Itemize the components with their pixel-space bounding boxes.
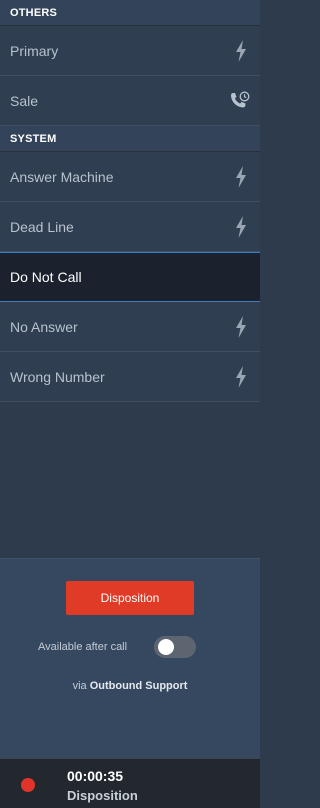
lightning-icon	[232, 365, 250, 389]
list-empty-area	[0, 403, 260, 558]
phone-clock-icon	[228, 89, 250, 113]
list-item-answer-machine[interactable]: Answer Machine	[0, 152, 260, 202]
list-item-no-answer[interactable]: No Answer	[0, 302, 260, 352]
list-item-label: No Answer	[10, 318, 78, 335]
lightning-icon	[232, 165, 250, 189]
available-after-call-toggle[interactable]	[154, 636, 196, 658]
list-item-wrong-number[interactable]: Wrong Number	[0, 352, 260, 402]
list-item-label: Primary	[10, 42, 59, 59]
section-header-others: OTHERS	[0, 0, 260, 26]
lightning-icon	[232, 215, 250, 239]
list-item-dead-line[interactable]: Dead Line	[0, 202, 260, 252]
call-status-label: Disposition	[67, 788, 138, 803]
list-item-sale[interactable]: Sale	[0, 76, 260, 126]
list-item-label: Dead Line	[10, 218, 74, 235]
lightning-icon	[232, 39, 250, 63]
disposition-button[interactable]: Disposition	[66, 581, 194, 615]
call-timer: 00:00:35	[67, 768, 124, 784]
recording-dot-icon	[21, 778, 35, 792]
via-campaign-name: Outbound Support	[89, 680, 188, 692]
toggle-knob	[158, 639, 174, 655]
via-line: via Outbound Support	[0, 680, 260, 692]
via-prefix: via	[72, 680, 90, 692]
list-item-label: Do Not Call	[10, 269, 82, 285]
list-item-do-not-call[interactable]: Do Not Call	[0, 252, 260, 302]
disposition-list: OTHERS Primary Sale SYSTEM Answer Machin…	[0, 0, 260, 402]
call-status-bar: 00:00:35 Disposition	[0, 758, 260, 808]
list-item-label: Sale	[10, 92, 39, 109]
list-item-primary[interactable]: Primary	[0, 26, 260, 76]
lightning-icon	[232, 315, 250, 339]
list-item-label: Wrong Number	[10, 368, 105, 385]
section-header-system: SYSTEM	[0, 126, 260, 152]
available-after-call-label: Available after call	[38, 641, 128, 653]
list-item-label: Answer Machine	[10, 168, 114, 185]
disposition-footer: Disposition Available after call via Out…	[0, 558, 260, 758]
